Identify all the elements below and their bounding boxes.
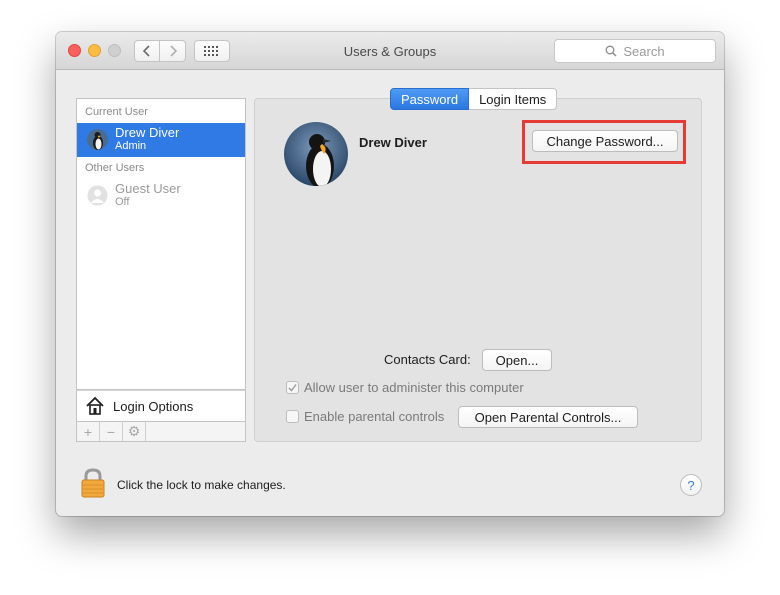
parental-checkbox-row[interactable]: Enable parental controls — [286, 409, 444, 424]
lock-icon[interactable] — [80, 468, 106, 501]
parental-checkbox-label: Enable parental controls — [304, 409, 445, 424]
checkmark-icon — [288, 384, 297, 392]
contacts-card-label: Contacts Card: — [384, 352, 471, 367]
users-groups-window: Users & Groups Search Current User Drew … — [56, 32, 724, 516]
user-row-guest[interactable]: Guest User Off — [77, 179, 245, 213]
profile-name: Drew Diver — [359, 135, 427, 150]
user-status: Off — [115, 196, 130, 208]
open-contacts-button[interactable]: Open... — [482, 349, 552, 371]
search-input[interactable]: Search — [554, 39, 716, 63]
tab-login-items[interactable]: Login Items — [469, 88, 558, 110]
sidebar-action-bar: + − ⚙ — [76, 422, 246, 442]
user-role: Admin — [115, 140, 147, 152]
admin-checkbox[interactable] — [286, 381, 299, 394]
other-users-label: Other Users — [85, 162, 145, 174]
tab-password[interactable]: Password — [390, 88, 470, 110]
user-name: Guest User — [115, 181, 181, 196]
search-icon — [605, 45, 617, 57]
help-button[interactable]: ? — [680, 474, 702, 496]
gear-icon[interactable]: ⚙ — [123, 422, 146, 441]
title-bar: Users & Groups Search — [56, 32, 724, 70]
remove-user-button[interactable]: − — [100, 422, 123, 441]
change-password-button[interactable]: Change Password... — [532, 130, 678, 152]
add-user-button[interactable]: + — [77, 422, 100, 441]
current-user-label: Current User — [85, 106, 148, 118]
penguin-avatar-small — [87, 129, 108, 150]
user-name: Drew Diver — [115, 125, 180, 140]
admin-checkbox-label: Allow user to administer this computer — [304, 380, 524, 395]
tab-bar: Password Login Items — [390, 88, 558, 110]
user-list: Current User Drew Diver Admin Other User… — [76, 98, 246, 390]
login-options-item[interactable]: Login Options — [76, 390, 246, 422]
admin-checkbox-row[interactable]: Allow user to administer this computer — [286, 380, 524, 395]
penguin-avatar-large[interactable] — [284, 122, 348, 186]
house-icon — [86, 396, 104, 415]
open-parental-controls-button[interactable]: Open Parental Controls... — [458, 406, 638, 428]
lock-message: Click the lock to make changes. — [117, 478, 286, 492]
user-row-drew-diver[interactable]: Drew Diver Admin — [77, 123, 245, 157]
login-options-label: Login Options — [113, 398, 194, 414]
guest-avatar-icon — [87, 185, 108, 206]
parental-checkbox[interactable] — [286, 410, 299, 423]
search-placeholder: Search — [623, 43, 665, 59]
